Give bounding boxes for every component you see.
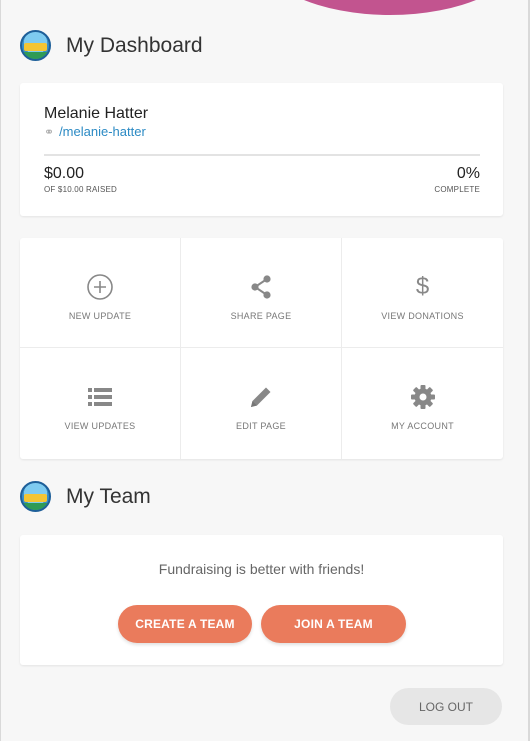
view-donations-button[interactable]: $ VIEW DONATIONS [342, 238, 503, 348]
profile-link[interactable]: ⚭ /melanie-hatter [44, 124, 146, 139]
gear-icon [408, 382, 438, 412]
percent-complete-label: COMPLETE [434, 185, 480, 194]
profile-name: Melanie Hatter [44, 105, 149, 122]
team-card: Fundraising is better with friends! CREA… [20, 535, 503, 665]
share-page-label: SHARE PAGE [230, 311, 292, 321]
header-decoration [260, 0, 520, 15]
my-account-button[interactable]: MY ACCOUNT [342, 348, 503, 459]
left-frame-border [0, 0, 1, 741]
plus-circle-icon [85, 272, 115, 302]
view-updates-button[interactable]: VIEW UPDATES [20, 348, 181, 459]
dollar-icon: $ [408, 272, 438, 302]
logout-button[interactable]: LOG OUT [390, 688, 502, 725]
percent-complete: 0% [456, 165, 480, 182]
my-account-label: MY ACCOUNT [391, 421, 454, 431]
share-page-button[interactable]: SHARE PAGE [181, 238, 342, 348]
view-updates-label: VIEW UPDATES [64, 421, 136, 431]
share-icon [246, 272, 276, 302]
profile-link-text[interactable]: /melanie-hatter [59, 124, 146, 139]
actions-grid: NEW UPDATE SHARE PAGE $ VIEW DONATIONS V… [20, 238, 503, 459]
edit-page-label: EDIT PAGE [236, 421, 286, 431]
raised-amount: $0.00 [44, 165, 85, 182]
profile-card: Melanie Hatter ⚭ /melanie-hatter $0.00 O… [20, 83, 503, 216]
edit-page-button[interactable]: EDIT PAGE [181, 348, 342, 459]
progress-bar [44, 154, 480, 156]
create-team-button[interactable]: CREATE A TEAM [118, 605, 252, 643]
new-update-label: NEW UPDATE [68, 311, 132, 321]
link-icon: ⚭ [44, 124, 55, 139]
pencil-icon [246, 382, 276, 412]
new-update-button[interactable]: NEW UPDATE [20, 238, 181, 348]
dashboard-title: My Dashboard [66, 33, 203, 57]
dollar-glyph: $ [415, 273, 430, 300]
team-title: My Team [66, 484, 151, 508]
organization-logo-icon [20, 481, 51, 512]
join-team-button[interactable]: JOIN A TEAM [261, 605, 406, 643]
dashboard-header: My Dashboard [20, 30, 203, 61]
organization-logo-icon [20, 30, 51, 61]
list-icon [85, 382, 115, 412]
raised-goal: OF $10.00 RAISED [44, 185, 118, 194]
view-donations-label: VIEW DONATIONS [381, 311, 464, 321]
team-header: My Team [20, 481, 151, 512]
team-message: Fundraising is better with friends! [158, 561, 365, 577]
